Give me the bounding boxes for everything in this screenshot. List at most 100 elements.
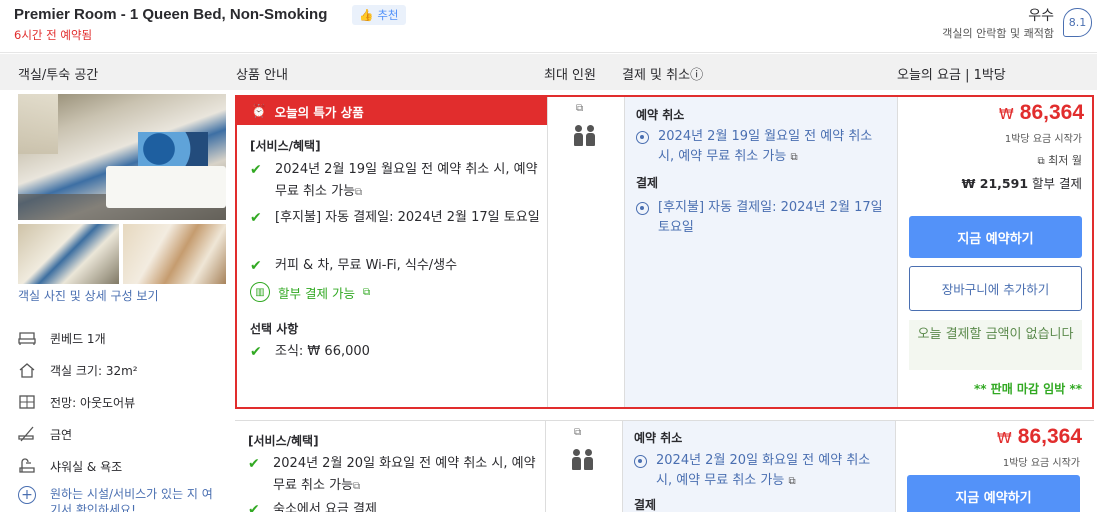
add-to-cart-button[interactable]: 장바구니에 추가하기: [909, 266, 1082, 311]
cancel-policy-link[interactable]: 2024년 2월 20일 화요일 전 예약 취소 시, 예약 무료 취소 가능 …: [634, 451, 889, 492]
booked-recently-text: 6시간 전 예약됨: [14, 28, 93, 42]
benefit-text: 숙소에서 요금 결제: [273, 502, 377, 512]
alarm-clock-icon: ⏰: [251, 103, 267, 118]
room-main-photo[interactable]: [18, 94, 226, 220]
book-now-button[interactable]: 지금 예약하기: [909, 216, 1082, 258]
person-icon: [584, 449, 593, 470]
feature-label: 객실 크기: 32m²: [50, 363, 138, 378]
feature-view: 전망: 아웃도어뷰: [18, 392, 135, 412]
offer-cancellation: 예약 취소 2024년 2월 19일 월요일 전 예약 취소 시, 예약 무료 …: [624, 97, 897, 407]
external-link-icon: ⧉: [790, 152, 798, 163]
check-icon: ✔: [250, 258, 262, 274]
benefit-text: 커피 & 차, 무료 Wi-Fi, 식수/생수: [275, 258, 458, 273]
cancel-title: 예약 취소: [636, 108, 685, 122]
price-display: ₩ 86,364: [997, 425, 1082, 449]
col-price: 오늘의 요금 | 1박당: [897, 68, 1006, 83]
photo-bed: [106, 166, 226, 208]
monthly-suffix: 할부 결제: [1032, 176, 1082, 191]
options-title: 선택 사항: [250, 322, 299, 336]
feature-label: 퀸베드 1개: [50, 331, 106, 346]
check-icon: ✔: [248, 456, 260, 472]
external-link-icon: ⧉: [362, 286, 371, 298]
monthly-installment: ₩ 21,591 할부 결제: [962, 173, 1082, 192]
external-link-icon[interactable]: ⧉: [353, 481, 360, 492]
price-amount: 86,364: [1019, 101, 1084, 124]
person-icon: [572, 449, 581, 470]
check-icon: ✔: [250, 210, 262, 226]
feature-smoking: 금연: [18, 424, 72, 444]
room-photo-thumb-1[interactable]: [18, 224, 119, 284]
check-icon: ✔: [250, 344, 262, 360]
window-icon: [18, 393, 36, 411]
feature-bath: 샤워실 & 욕조: [18, 456, 122, 476]
offer-card-1: ⏰ 오늘의 특가 상품 [서비스/혜택] ✔ 2024년 2월 19일 월요일 …: [235, 95, 1094, 409]
external-link-icon: ⧉: [788, 476, 796, 487]
offer-guests: ⧉: [545, 421, 622, 512]
pay-title: 결제: [634, 498, 657, 512]
more-amenities-label: 원하는 시설/서비스가 있는 지 여기서 확인하세요!: [50, 487, 213, 512]
recommend-button[interactable]: 👍 추천: [352, 5, 406, 25]
price-note: 1박당 요금 시작가: [1002, 458, 1080, 469]
col-payment[interactable]: 결제 및 취소ⓘ: [622, 64, 703, 83]
pay-today-notice: 오늘 결제할 금액이 없습니다: [909, 320, 1082, 370]
benefit-item: ✔ 숙소에서 요금 결제: [248, 499, 538, 512]
feature-label: 샤워실 & 욕조: [50, 459, 123, 474]
radio-dot-icon: [634, 455, 647, 468]
pay-policy-item: [후지불] 자동 결제일: 2024년 2월 17일 토요일: [636, 198, 891, 238]
room-photos-link[interactable]: 객실 사진 및 상세 구성 보기: [18, 287, 159, 304]
col-guests: 최대 인원: [544, 68, 596, 83]
option-text: 조식: ₩ 66,000: [275, 344, 370, 359]
services-title: [서비스/혜택]: [248, 434, 319, 448]
room-info-column: 객실 사진 및 상세 구성 보기 퀸베드 1개 객실 크기: 32m² 전망: …: [0, 90, 226, 512]
copy-icon: ⧉: [574, 427, 582, 438]
person-icon: [574, 125, 583, 146]
more-amenities-link[interactable]: + 원하는 시설/서비스가 있는 지 여기서 확인하세요!: [18, 486, 220, 512]
book-now-button[interactable]: 지금 예약하기: [907, 475, 1080, 512]
offer-guests: ⧉: [547, 97, 624, 407]
benefit-item: ✔ 2024년 2월 19일 월요일 전 예약 취소 시, 예약 무료 취소 가…: [250, 159, 540, 204]
plus-icon: +: [18, 486, 36, 504]
room-photo-thumb-2[interactable]: [123, 224, 226, 284]
benefit-text: 2024년 2월 19일 월요일 전 예약 취소 시, 예약 무료 취소 가능: [275, 162, 538, 199]
offer-price: ₩ 86,364 1박당 요금 시작가 지금 예약하기: [895, 421, 1092, 512]
offer-info: ⏰ 오늘의 특가 상품 [서비스/혜택] ✔ 2024년 2월 19일 월요일 …: [237, 97, 547, 407]
house-icon: [18, 361, 36, 379]
cancel-title: 예약 취소: [634, 431, 683, 445]
copy-icon: ⧉: [1037, 156, 1045, 167]
cancel-policy-link[interactable]: 2024년 2월 19일 월요일 전 예약 취소 시, 예약 무료 취소 가능 …: [636, 127, 891, 168]
room-title: Premier Room - 1 Queen Bed, Non-Smoking: [14, 6, 328, 23]
benefit-item: ✔ [후지불] 자동 결제일: 2024년 2월 17일 토요일: [250, 207, 540, 229]
radio-dot-icon: [636, 131, 649, 144]
feature-label: 금연: [50, 427, 73, 442]
installment-link[interactable]: ▥ 할부 결제 가능 ⧉: [250, 282, 370, 302]
feature-label: 전망: 아웃도어뷰: [50, 395, 136, 410]
photo-window: [18, 94, 58, 154]
check-icon: ✔: [250, 162, 262, 178]
benefit-text: 2024년 2월 20일 화요일 전 예약 취소 시, 예약 무료 취소 가능: [273, 456, 536, 493]
deal-banner-label: 오늘의 특가 상품: [274, 104, 364, 120]
lowest-label-text: 최저 월: [1048, 154, 1082, 167]
col-room: 객실/투숙 공간: [18, 68, 99, 83]
room-header: Premier Room - 1 Queen Bed, Non-Smoking …: [0, 0, 1097, 53]
cancel-text: 2024년 2월 19일 월요일 전 예약 취소 시, 예약 무료 취소 가능: [658, 129, 873, 164]
no-smoking-icon: [18, 425, 36, 443]
thumbs-up-icon: 👍: [359, 8, 374, 22]
benefit-item: ✔ 2024년 2월 20일 화요일 전 예약 취소 시, 예약 무료 취소 가…: [248, 453, 538, 498]
two-guests-icon: [574, 125, 595, 146]
column-header-row: 객실/투숙 공간 상품 안내 최대 인원 결제 및 취소ⓘ 오늘의 요금 | 1…: [0, 54, 1097, 90]
monthly-amount: ₩ 21,591: [961, 176, 1029, 191]
bed-icon: [18, 329, 36, 347]
offer-cancellation: 예약 취소 2024년 2월 20일 화요일 전 예약 취소 시, 예약 무료 …: [622, 421, 895, 512]
check-icon: ✔: [248, 502, 260, 512]
external-link-icon[interactable]: ⧉: [355, 187, 362, 198]
deal-banner: ⏰ 오늘의 특가 상품: [237, 97, 547, 125]
feature-bed: 퀸베드 1개: [18, 328, 106, 348]
price-note: 1박당 요금 시작가: [1004, 134, 1082, 145]
offer-info: [서비스/혜택] ✔ 2024년 2월 20일 화요일 전 예약 취소 시, 예…: [235, 421, 545, 512]
benefit-text: [후지불] 자동 결제일: 2024년 2월 17일 토요일: [275, 210, 540, 225]
pay-title: 결제: [636, 176, 659, 190]
benefit-item: ✔ 커피 & 차, 무료 Wi-Fi, 식수/생수: [250, 255, 540, 277]
recommend-label: 추천: [377, 8, 399, 22]
person-icon: [586, 125, 595, 146]
shower-icon: [18, 457, 36, 475]
